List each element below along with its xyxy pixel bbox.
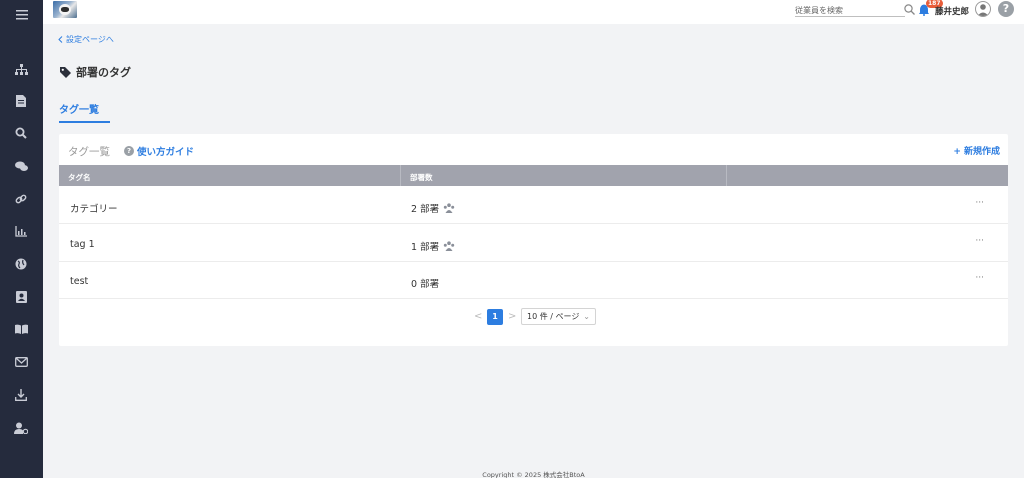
column-divider <box>726 165 727 186</box>
download-icon[interactable] <box>12 386 30 404</box>
row-more-menu[interactable]: ··· <box>975 236 984 246</box>
table-row[interactable]: test 0 部署 ··· <box>59 262 1008 299</box>
chat-icon[interactable] <box>12 157 30 175</box>
row-more-menu[interactable]: ··· <box>975 198 984 208</box>
pagination: < 1 > 10 件 / ページ ⌄ <box>59 308 1008 326</box>
tag-name-cell: test <box>70 276 89 287</box>
search-input[interactable] <box>795 4 895 17</box>
chevron-left-icon <box>58 36 63 43</box>
column-header-tag-name[interactable]: タグ名 <box>68 172 91 183</box>
org-chart-icon[interactable] <box>12 61 30 79</box>
contact-book-icon[interactable] <box>12 288 30 306</box>
page-title-text: 部署のタグ <box>76 66 131 79</box>
page-number-button[interactable]: 1 <box>487 309 503 325</box>
chevron-down-icon: ⌄ <box>583 312 590 321</box>
company-logo[interactable] <box>53 1 77 18</box>
book-icon[interactable] <box>12 320 30 338</box>
hamburger-icon[interactable] <box>0 4 43 26</box>
copyright-footer: Copyright © 2025 株式会社BtoA <box>482 471 585 478</box>
table-header: タグ名 部署数 <box>59 165 1008 186</box>
tag-name-cell: カテゴリー <box>70 204 118 215</box>
tag-list-card: タグ一覧 ? 使い方ガイド + 新規作成 タグ名 部署数 カテゴリー 2 部署 … <box>59 134 1008 346</box>
link-icon[interactable] <box>12 190 30 208</box>
document-icon[interactable] <box>12 92 30 110</box>
dept-count-cell: 0 部署 <box>411 276 439 290</box>
username[interactable]: 藤井史郎 <box>935 5 969 17</box>
globe-icon[interactable] <box>12 255 30 273</box>
usage-guide-label: 使い方ガイド <box>137 147 195 158</box>
user-avatar-icon[interactable] <box>975 1 991 17</box>
employee-search <box>795 3 905 17</box>
usage-guide-link[interactable]: ? 使い方ガイド <box>124 144 194 158</box>
column-header-dept-count[interactable]: 部署数 <box>410 172 433 183</box>
tag-name-cell: tag 1 <box>70 239 95 250</box>
department-group-icon[interactable] <box>443 202 455 214</box>
page-size-value: 10 件 / ページ <box>527 312 580 321</box>
back-to-settings-link[interactable]: 設定ページへ <box>58 34 114 45</box>
column-divider <box>400 165 401 186</box>
top-bar: 187 藤井史郎 ? <box>43 0 1024 24</box>
search-icon[interactable] <box>904 4 915 15</box>
mail-icon[interactable] <box>12 353 30 371</box>
page-size-select[interactable]: 10 件 / ページ ⌄ <box>521 308 596 325</box>
help-icon[interactable]: ? <box>998 1 1014 17</box>
dept-count-text: 0 部署 <box>411 279 440 290</box>
dept-count-text: 1 部署 <box>411 242 440 253</box>
department-group-icon[interactable] <box>443 240 455 252</box>
tag-icon <box>60 66 71 78</box>
create-new-button[interactable]: + 新規作成 <box>953 144 1000 157</box>
sidebar <box>0 0 43 478</box>
page-title: 部署のタグ <box>60 64 131 80</box>
tab-tag-list[interactable]: タグ一覧 <box>59 101 110 123</box>
search-icon[interactable] <box>12 124 30 142</box>
table-row[interactable]: tag 1 1 部署 ··· <box>59 225 1008 262</box>
user-settings-icon[interactable] <box>12 419 30 437</box>
question-icon: ? <box>124 146 134 156</box>
analytics-icon[interactable] <box>12 222 30 240</box>
dept-count-cell: 2 部署 <box>411 201 455 215</box>
dept-count-text: 2 部署 <box>411 204 440 215</box>
prev-page-button[interactable]: < <box>474 311 482 322</box>
card-title: タグ一覧 <box>68 146 110 158</box>
next-page-button[interactable]: > <box>508 311 516 322</box>
back-link-label: 設定ページへ <box>66 35 114 44</box>
table-row[interactable]: カテゴリー 2 部署 ··· <box>59 187 1008 224</box>
row-more-menu[interactable]: ··· <box>975 273 984 283</box>
dept-count-cell: 1 部署 <box>411 239 455 253</box>
